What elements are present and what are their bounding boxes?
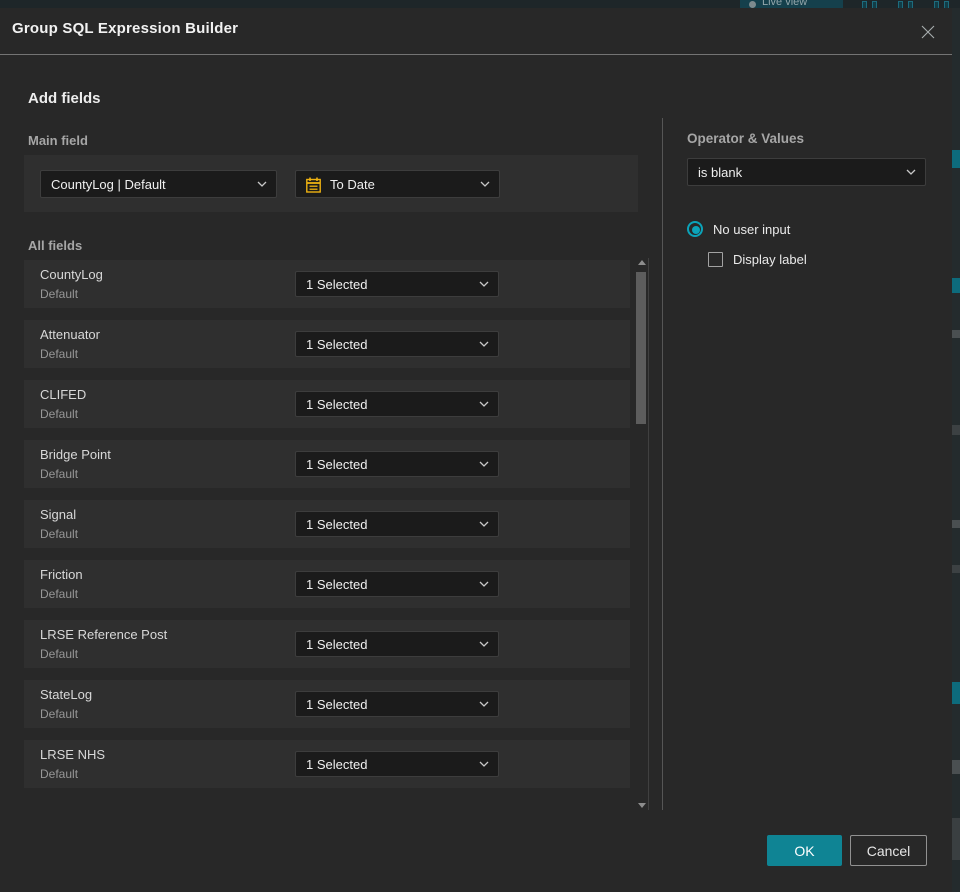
field-row: Bridge Point Default 1 Selected bbox=[24, 440, 630, 488]
display-label-checkbox[interactable]: Display label bbox=[708, 252, 807, 267]
toolbar-icon-fragment bbox=[862, 1, 877, 8]
close-icon bbox=[921, 25, 935, 39]
field-name: Signal bbox=[40, 507, 77, 522]
chevron-down-icon bbox=[479, 761, 489, 767]
field-values-select-value: 1 Selected bbox=[306, 576, 368, 592]
field-subtitle: Default bbox=[40, 647, 79, 661]
field-values-select-value: 1 Selected bbox=[306, 276, 368, 292]
cancel-button[interactable]: Cancel bbox=[850, 835, 927, 866]
chevron-down-icon bbox=[257, 181, 267, 187]
chevron-down-icon bbox=[479, 641, 489, 647]
field-row: CLIFED Default 1 Selected bbox=[24, 380, 630, 428]
live-view-label: Live view bbox=[762, 0, 808, 8]
chevron-down-icon bbox=[479, 701, 489, 707]
calendar-icon bbox=[306, 177, 321, 193]
field-values-select[interactable]: 1 Selected bbox=[295, 571, 499, 597]
field-values-select-value: 1 Selected bbox=[306, 396, 368, 412]
field-row: LRSE NHS Default 1 Selected bbox=[24, 740, 630, 788]
close-button[interactable] bbox=[912, 16, 944, 48]
field-subtitle: Default bbox=[40, 767, 79, 781]
chevron-down-icon bbox=[479, 461, 489, 467]
field-subtitle: Default bbox=[40, 347, 79, 361]
chevron-down-icon bbox=[480, 181, 490, 187]
display-label-text: Display label bbox=[733, 252, 807, 267]
field-values-select[interactable]: 1 Selected bbox=[295, 631, 499, 657]
field-values-select[interactable]: 1 Selected bbox=[295, 691, 499, 717]
background-app-right-sliver bbox=[952, 8, 960, 892]
field-row: LRSE Reference Post Default 1 Selected bbox=[24, 620, 630, 668]
field-row: Friction Default 1 Selected bbox=[24, 560, 630, 608]
field-values-select-value: 1 Selected bbox=[306, 516, 368, 532]
group-sql-expression-builder-dialog: Group SQL Expression Builder Add fields … bbox=[0, 8, 952, 892]
chevron-down-icon bbox=[906, 169, 916, 175]
field-values-select-value: 1 Selected bbox=[306, 636, 368, 652]
field-name: Attenuator bbox=[40, 327, 100, 342]
no-user-input-label: No user input bbox=[713, 221, 791, 237]
chevron-down-icon bbox=[479, 521, 489, 527]
scroll-down-arrow-icon[interactable] bbox=[638, 803, 646, 808]
field-values-select[interactable]: 1 Selected bbox=[295, 391, 499, 417]
field-values-select[interactable]: 1 Selected bbox=[295, 511, 499, 537]
fields-list-scrollbar[interactable] bbox=[636, 258, 649, 810]
main-field-label: Main field bbox=[28, 133, 88, 148]
field-type-select[interactable]: To Date bbox=[295, 170, 500, 198]
chevron-down-icon bbox=[479, 281, 489, 287]
field-type-select-value: To Date bbox=[330, 176, 375, 192]
checkbox-icon bbox=[708, 252, 723, 267]
status-dot-icon bbox=[749, 1, 756, 8]
field-subtitle: Default bbox=[40, 527, 79, 541]
all-fields-label: All fields bbox=[28, 238, 83, 253]
main-field-select[interactable]: CountyLog | Default bbox=[40, 170, 277, 198]
field-subtitle: Default bbox=[40, 587, 79, 601]
field-name: Bridge Point bbox=[40, 447, 111, 462]
toolbar-icon-fragment bbox=[934, 1, 949, 8]
chevron-down-icon bbox=[479, 341, 489, 347]
live-view-button: Live view bbox=[740, 0, 843, 8]
field-name: LRSE NHS bbox=[40, 747, 106, 762]
ok-button[interactable]: OK bbox=[767, 835, 842, 866]
field-values-select-value: 1 Selected bbox=[306, 456, 368, 472]
field-name: CLIFED bbox=[40, 387, 87, 402]
field-row: Attenuator Default 1 Selected bbox=[24, 320, 630, 368]
field-subtitle: Default bbox=[40, 407, 79, 421]
operator-select[interactable]: is blank bbox=[687, 158, 926, 186]
field-name: StateLog bbox=[40, 687, 93, 702]
panel-divider bbox=[662, 118, 663, 810]
field-values-select[interactable]: 1 Selected bbox=[295, 271, 499, 297]
field-row: Signal Default 1 Selected bbox=[24, 500, 630, 548]
chevron-down-icon bbox=[479, 401, 489, 407]
field-name: Friction bbox=[40, 567, 83, 582]
field-values-select-value: 1 Selected bbox=[306, 336, 368, 352]
operator-select-value: is blank bbox=[698, 164, 743, 180]
background-app-top-strip: Live view bbox=[0, 0, 960, 8]
field-row: CountyLog Default 1 Selected bbox=[24, 260, 630, 308]
dialog-title: Group SQL Expression Builder bbox=[12, 20, 239, 37]
field-subtitle: Default bbox=[40, 467, 79, 481]
field-subtitle: Default bbox=[40, 707, 79, 721]
chevron-down-icon bbox=[479, 581, 489, 587]
field-values-select-value: 1 Selected bbox=[306, 696, 368, 712]
field-name: CountyLog bbox=[40, 267, 103, 282]
operator-values-heading: Operator & Values bbox=[687, 131, 805, 146]
field-values-select-value: 1 Selected bbox=[306, 756, 368, 772]
field-values-select[interactable]: 1 Selected bbox=[295, 451, 499, 477]
field-row: StateLog Default 1 Selected bbox=[24, 680, 630, 728]
dialog-title-bar: Group SQL Expression Builder bbox=[0, 8, 952, 55]
field-values-select[interactable]: 1 Selected bbox=[295, 751, 499, 777]
toolbar-icon-fragment bbox=[898, 1, 913, 8]
add-fields-heading: Add fields bbox=[28, 90, 101, 107]
scroll-up-arrow-icon[interactable] bbox=[638, 260, 646, 265]
field-name: LRSE Reference Post bbox=[40, 627, 168, 642]
field-values-select[interactable]: 1 Selected bbox=[295, 331, 499, 357]
main-field-panel: CountyLog | Default To Date bbox=[24, 155, 638, 212]
main-field-select-value: CountyLog | Default bbox=[51, 176, 166, 192]
all-fields-list: CountyLog Default 1 Selected Attenuator … bbox=[24, 260, 630, 800]
scrollbar-thumb[interactable] bbox=[636, 272, 646, 424]
no-user-input-radio[interactable]: No user input bbox=[687, 221, 790, 237]
field-subtitle: Default bbox=[40, 287, 79, 301]
radio-button-icon bbox=[687, 221, 703, 237]
